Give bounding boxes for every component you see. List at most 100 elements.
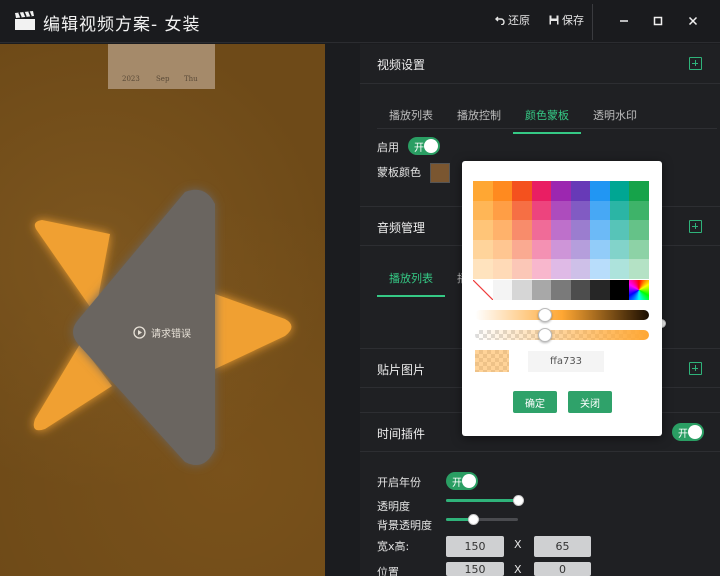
- gray-swatch[interactable]: [492, 280, 512, 300]
- color-shade-slider[interactable]: [475, 308, 649, 322]
- maximize-icon: [653, 16, 663, 26]
- close-icon: [688, 16, 698, 26]
- gray-swatch[interactable]: [609, 280, 629, 300]
- shade-slider-thumb[interactable]: [537, 308, 552, 322]
- confirm-button[interactable]: 确定: [513, 391, 557, 413]
- color-swatch[interactable]: [512, 239, 532, 259]
- color-swatch[interactable]: [473, 200, 493, 220]
- color-swatch[interactable]: [473, 239, 493, 259]
- pos-x-input[interactable]: 150: [446, 562, 504, 576]
- color-swatch[interactable]: [590, 200, 610, 220]
- save-label: 保存: [562, 14, 584, 27]
- color-swatch[interactable]: [570, 200, 590, 220]
- height-input[interactable]: 65: [534, 536, 591, 557]
- year-toggle[interactable]: 开: [446, 472, 478, 490]
- color-swatch[interactable]: [551, 239, 571, 259]
- tab-color-mask[interactable]: 颜色蒙板: [513, 107, 581, 134]
- color-swatch[interactable]: [590, 220, 610, 240]
- color-swatch[interactable]: [609, 259, 629, 279]
- color-swatch[interactable]: [551, 200, 571, 220]
- color-swatch[interactable]: [531, 181, 551, 201]
- tab-playlist[interactable]: 播放列表: [377, 107, 445, 134]
- no-color-swatch[interactable]: [473, 280, 493, 300]
- color-swatch[interactable]: [629, 200, 649, 220]
- video-preview[interactable]: 2023 Sep Thu 请求错误: [0, 44, 325, 576]
- color-swatch[interactable]: [531, 220, 551, 240]
- toggle-knob: [688, 425, 702, 439]
- tab-transparent-watermark[interactable]: 透明水印: [581, 107, 649, 134]
- time-plugin-toggle[interactable]: 开: [672, 423, 704, 441]
- close-button[interactable]: [681, 10, 705, 32]
- section-video-settings[interactable]: 视频设置: [360, 44, 720, 84]
- minimize-button[interactable]: [612, 10, 636, 32]
- gray-swatch[interactable]: [570, 280, 590, 300]
- color-swatch[interactable]: [492, 181, 512, 201]
- restore-button[interactable]: 还原: [495, 12, 530, 28]
- pos-y-input[interactable]: 0: [534, 562, 591, 576]
- color-swatch[interactable]: [590, 239, 610, 259]
- custom-color-swatch[interactable]: [629, 280, 649, 300]
- bg-opacity-slider[interactable]: [446, 514, 518, 525]
- color-swatch[interactable]: [512, 181, 532, 201]
- color-swatch[interactable]: [609, 239, 629, 259]
- color-swatch[interactable]: [492, 200, 512, 220]
- color-swatch[interactable]: [590, 259, 610, 279]
- color-swatch[interactable]: [609, 181, 629, 201]
- opacity-slider-thumb[interactable]: [513, 495, 524, 506]
- play-circle-icon: [133, 326, 146, 339]
- tab-playback-control[interactable]: 播放控制: [445, 107, 513, 134]
- clapperboard-icon: [15, 11, 35, 30]
- width-input[interactable]: 150: [446, 536, 504, 557]
- gray-swatch[interactable]: [590, 280, 610, 300]
- close-picker-button[interactable]: 关闭: [568, 391, 612, 413]
- opacity-slider[interactable]: [446, 495, 524, 506]
- video-tabs: 播放列表 播放控制 颜色蒙板 透明水印: [377, 107, 649, 134]
- color-swatch[interactable]: [590, 181, 610, 201]
- color-swatch[interactable]: [570, 220, 590, 240]
- color-swatch[interactable]: [531, 239, 551, 259]
- color-swatch[interactable]: [531, 200, 551, 220]
- year-label: 开启年份: [377, 476, 421, 489]
- maximize-button[interactable]: [646, 10, 670, 32]
- expand-plus-icon[interactable]: [689, 57, 702, 70]
- error-text: 请求错误: [151, 329, 191, 340]
- alpha-slider-thumb[interactable]: [537, 328, 552, 342]
- enable-toggle[interactable]: 开: [408, 137, 440, 155]
- color-swatch[interactable]: [531, 259, 551, 279]
- color-swatch[interactable]: [551, 220, 571, 240]
- color-swatch[interactable]: [570, 259, 590, 279]
- color-swatch[interactable]: [492, 259, 512, 279]
- mask-color-swatch[interactable]: [430, 163, 450, 183]
- color-swatch[interactable]: [512, 220, 532, 240]
- save-button[interactable]: 保存: [549, 12, 584, 28]
- color-swatch[interactable]: [473, 259, 493, 279]
- color-swatch[interactable]: [473, 181, 493, 201]
- gray-swatch[interactable]: [551, 280, 571, 300]
- color-swatch[interactable]: [629, 259, 649, 279]
- color-swatch[interactable]: [473, 220, 493, 240]
- gray-palette: [473, 280, 649, 300]
- color-swatch[interactable]: [570, 181, 590, 201]
- color-swatch[interactable]: [512, 200, 532, 220]
- gray-swatch[interactable]: [512, 280, 532, 300]
- color-swatch[interactable]: [629, 181, 649, 201]
- color-swatch[interactable]: [609, 200, 629, 220]
- panel-gutter: [325, 44, 360, 576]
- expand-plus-icon[interactable]: [689, 362, 702, 375]
- color-swatch[interactable]: [629, 220, 649, 240]
- opacity-label: 透明度: [377, 500, 410, 513]
- color-swatch[interactable]: [551, 181, 571, 201]
- tab-audio-playlist[interactable]: 播放列表: [377, 270, 445, 297]
- alpha-slider[interactable]: [475, 328, 649, 342]
- color-swatch[interactable]: [629, 239, 649, 259]
- expand-plus-icon[interactable]: [689, 220, 702, 233]
- color-swatch[interactable]: [570, 239, 590, 259]
- color-swatch[interactable]: [492, 220, 512, 240]
- color-swatch[interactable]: [492, 239, 512, 259]
- color-swatch[interactable]: [551, 259, 571, 279]
- color-swatch[interactable]: [609, 220, 629, 240]
- window-title: 编辑视频方案- 女装: [43, 15, 201, 35]
- hex-input[interactable]: ffa733: [528, 351, 604, 372]
- gray-swatch[interactable]: [531, 280, 551, 300]
- color-swatch[interactable]: [512, 259, 532, 279]
